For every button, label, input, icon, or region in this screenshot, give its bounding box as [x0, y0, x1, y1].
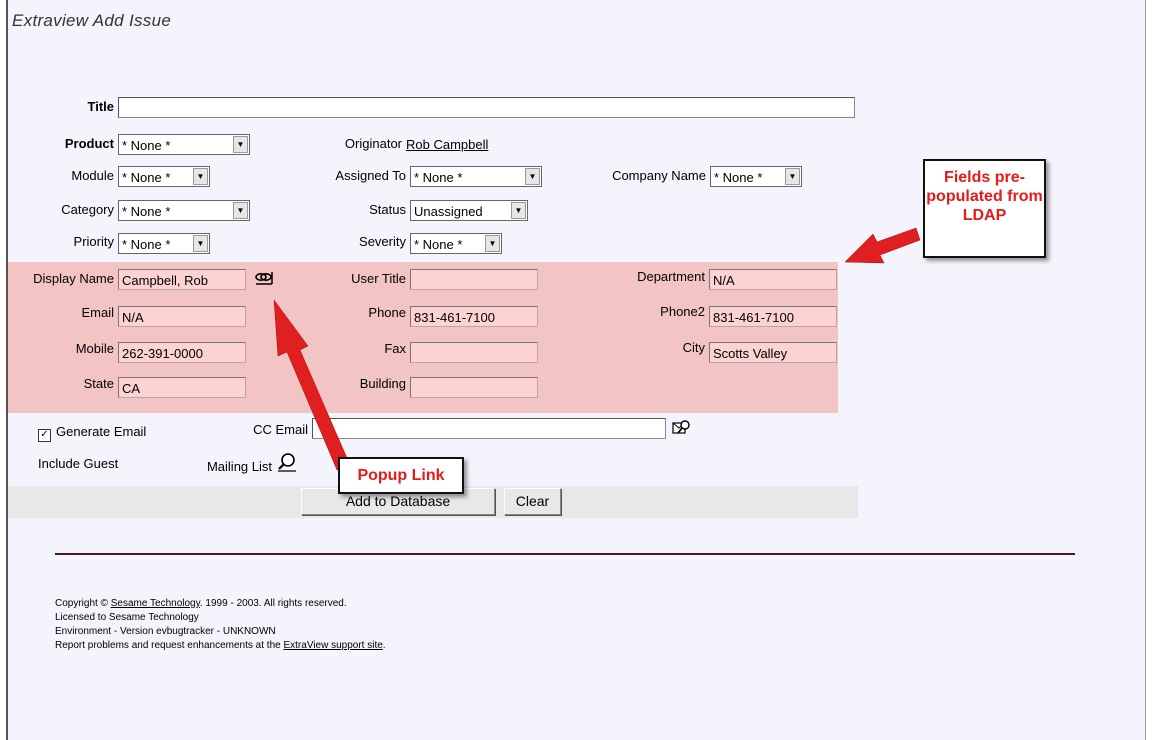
module-select[interactable]: * None * ▼: [118, 166, 210, 187]
company-name-selected: * None *: [714, 170, 763, 185]
category-label: Category: [61, 202, 114, 217]
chevron-down-icon: ▼: [511, 202, 526, 219]
sesame-technology-link[interactable]: Sesame Technology: [111, 598, 200, 609]
product-label: Product: [64, 136, 114, 151]
licensed-line: Licensed to Sesame Technology: [55, 612, 199, 623]
display-name-field[interactable]: Campbell, Rob: [118, 269, 246, 290]
popup-link-callout: Popup Link: [338, 457, 464, 494]
severity-selected: * None *: [414, 237, 463, 252]
priority-selected: * None *: [122, 237, 171, 252]
environment-line: Environment - Version evbugtracker - UNK…: [55, 626, 276, 637]
severity-select[interactable]: * None * ▼: [410, 233, 502, 254]
mailing-list-label: Mailing List: [206, 459, 272, 474]
fax-field[interactable]: [410, 342, 538, 363]
assigned-to-select[interactable]: * None * ▼: [410, 166, 542, 187]
assigned-to-label: Assigned To: [335, 168, 406, 183]
severity-label: Severity: [359, 234, 406, 249]
cc-email-label: CC Email: [253, 422, 308, 437]
product-select[interactable]: * None * ▼: [118, 134, 250, 155]
title-label: Title: [87, 99, 115, 114]
state-label: State: [83, 376, 114, 391]
chevron-down-icon: ▼: [485, 235, 500, 252]
status-select[interactable]: Unassigned ▼: [410, 200, 528, 221]
footer-divider: [55, 553, 1075, 555]
phone2-label: Phone2: [660, 304, 705, 319]
mobile-field[interactable]: 262-391-0000: [118, 342, 246, 363]
email-label: Email: [81, 305, 114, 320]
display-name-label: Display Name: [33, 271, 114, 286]
support-site-link[interactable]: ExtraView support site: [283, 640, 382, 651]
department-label: Department: [637, 269, 705, 284]
phone-label: Phone: [368, 305, 406, 320]
chevron-down-icon: ▼: [525, 168, 540, 185]
copyright-suffix: . 1999 - 2003. All rights reserved.: [199, 598, 347, 609]
priority-select[interactable]: * None * ▼: [118, 233, 210, 254]
phone-field[interactable]: 831-461-7100: [410, 306, 538, 327]
building-label: Building: [359, 376, 406, 391]
ldap-callout: Fields pre-populated from LDAP: [923, 159, 1046, 258]
page-title: Extraview Add Issue: [12, 11, 172, 30]
priority-label: Priority: [73, 234, 114, 249]
report-suffix: .: [382, 640, 386, 651]
user-title-field[interactable]: [410, 269, 538, 290]
browser-content-frame: Extraview Add Issue Title Product * None…: [6, 0, 1146, 740]
module-label: Module: [71, 168, 114, 183]
include-guest-label: Include Guest: [38, 456, 119, 471]
copyright-prefix: Copyright ©: [55, 598, 111, 609]
generate-email-option[interactable]: ✓ Generate Email: [38, 424, 146, 442]
chevron-down-icon: ▼: [193, 235, 208, 252]
department-field[interactable]: N/A: [709, 269, 837, 290]
assigned-to-selected: * None *: [414, 170, 463, 185]
category-select[interactable]: * None * ▼: [118, 200, 250, 221]
magnifier-icon[interactable]: [276, 451, 298, 473]
report-prefix: Report problems and request enhancements…: [55, 640, 284, 651]
city-label: City: [682, 340, 705, 355]
clear-button[interactable]: Clear: [504, 488, 561, 515]
phone2-field[interactable]: 831-461-7100: [709, 306, 837, 327]
company-name-label: Company Name: [612, 168, 706, 183]
user-title-label: User Title: [351, 271, 406, 286]
status-selected: Unassigned: [414, 204, 483, 219]
title-input[interactable]: [118, 97, 855, 118]
address-book-icon[interactable]: [670, 418, 692, 438]
generate-email-checkbox[interactable]: ✓: [38, 429, 51, 442]
generate-email-label: Generate Email: [56, 424, 147, 439]
chevron-down-icon: ▼: [785, 168, 800, 185]
mobile-label: Mobile: [75, 341, 114, 356]
city-field[interactable]: Scotts Valley: [709, 342, 837, 363]
category-selected: * None *: [122, 204, 171, 219]
cc-email-input[interactable]: [312, 418, 666, 439]
report-line: Report problems and request enhancements…: [55, 639, 386, 653]
popup-link-icon[interactable]: [254, 269, 274, 287]
building-field[interactable]: [410, 377, 538, 398]
fax-label: Fax: [384, 341, 406, 356]
status-label: Status: [369, 202, 406, 217]
product-selected: * None *: [122, 138, 171, 153]
chevron-down-icon: ▼: [233, 202, 248, 219]
originator-label: Originator: [344, 136, 402, 151]
originator-link[interactable]: Rob Campbell: [406, 137, 488, 152]
chevron-down-icon: ▼: [193, 168, 208, 185]
email-field[interactable]: N/A: [118, 306, 246, 327]
chevron-down-icon: ▼: [233, 136, 248, 153]
company-name-select[interactable]: * None * ▼: [710, 166, 802, 187]
module-selected: * None *: [122, 170, 171, 185]
footer: Copyright © Sesame Technology. 1999 - 20…: [55, 597, 386, 653]
copyright-line: Copyright © Sesame Technology. 1999 - 20…: [55, 597, 386, 611]
state-field[interactable]: CA: [118, 377, 246, 398]
